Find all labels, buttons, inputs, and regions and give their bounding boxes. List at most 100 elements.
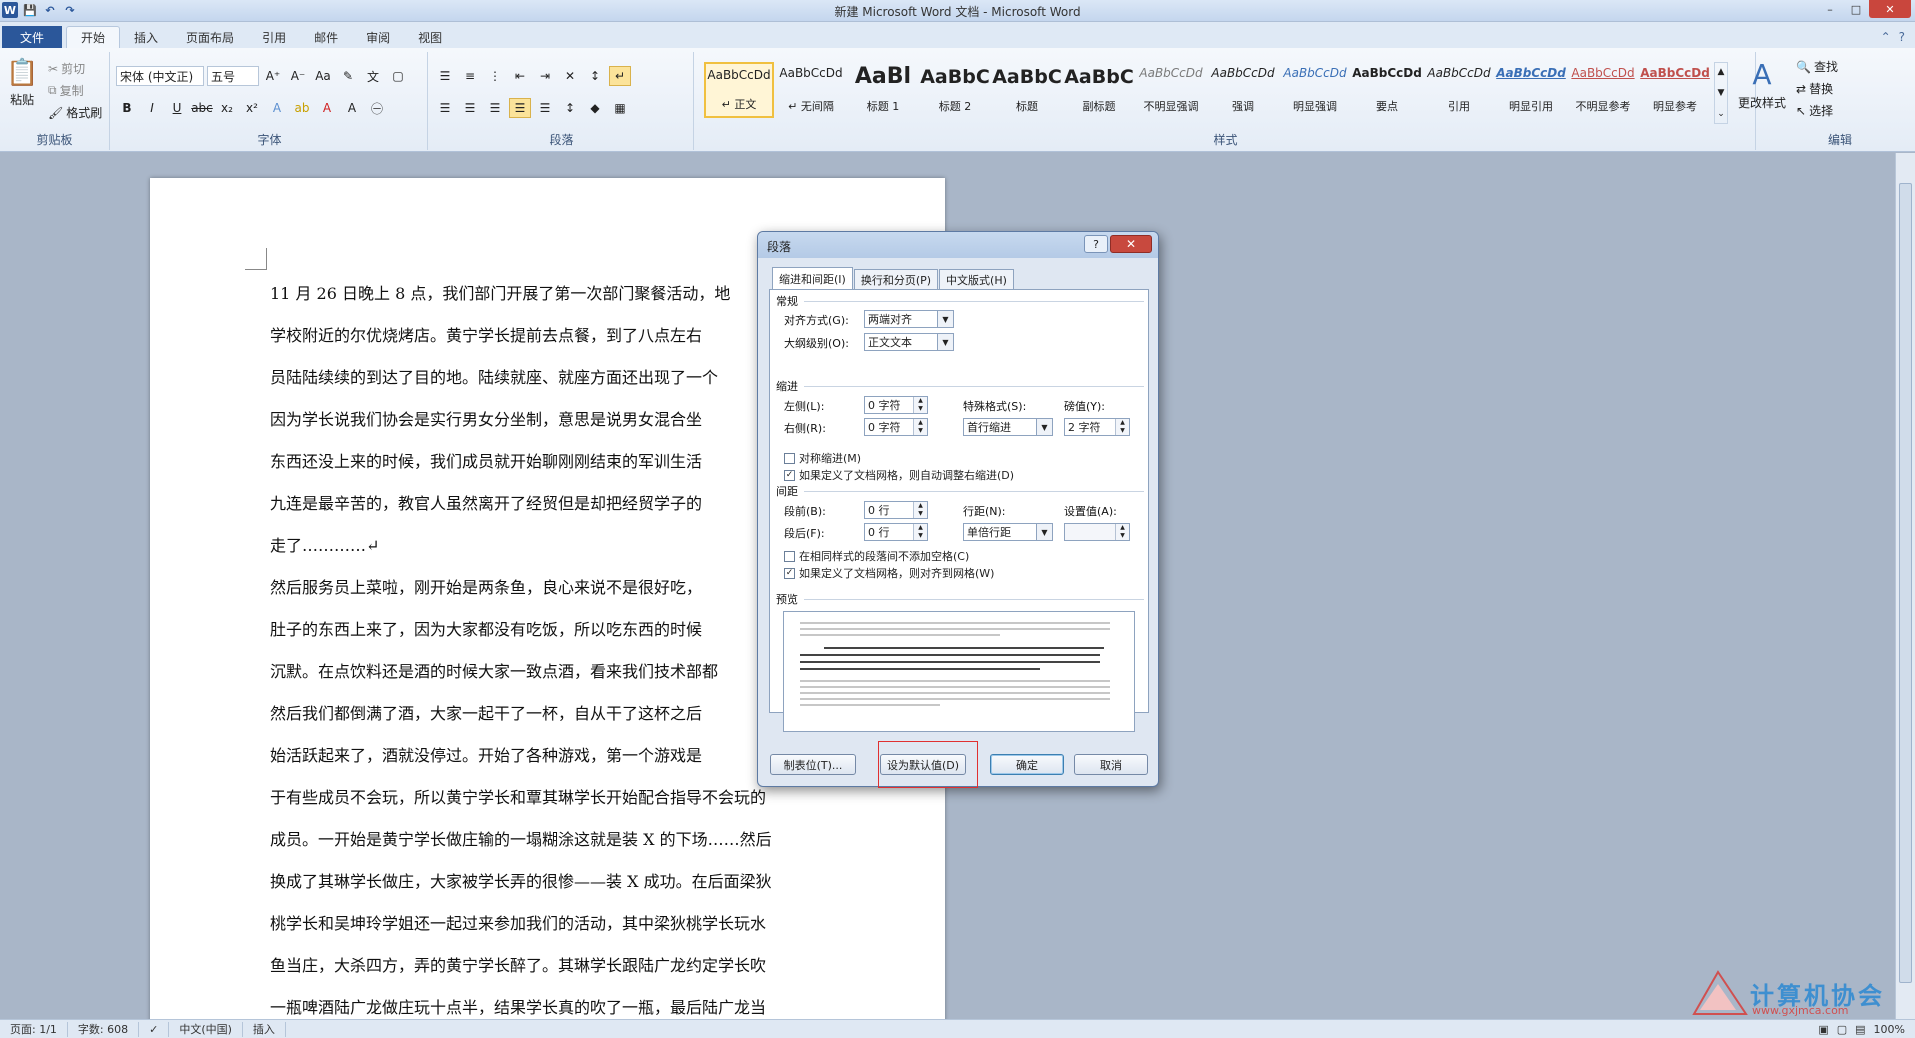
italic-icon[interactable]: I [141,98,163,118]
superscript-icon[interactable]: x² [241,98,263,118]
align-right-icon[interactable]: ☰ [484,98,506,118]
indent-by-input[interactable]: 2 字符 ▲ ▼ [1064,418,1130,436]
checkbox-box[interactable] [784,550,795,562]
cancel-button[interactable]: 取消 [1074,754,1148,775]
select-button[interactable]: ↖ 选择 [1796,102,1833,119]
tab-line-page-breaks[interactable]: 换行和分页(P) [853,269,939,289]
font-size-select[interactable]: 五号 [207,66,259,86]
highlight-icon[interactable]: ab [291,98,313,118]
tab-references[interactable]: 引用 [248,26,300,48]
dialog-title-bar[interactable]: 段落 ? ✕ [758,232,1158,258]
bullets-icon[interactable]: ☰ [434,66,456,86]
align-left-icon[interactable]: ☰ [434,98,456,118]
spinner-icon[interactable]: ▲ ▼ [913,502,927,518]
tab-review[interactable]: 审阅 [352,26,404,48]
help-icon[interactable]: ? [1899,30,1905,44]
change-case-icon[interactable]: Aa [312,66,334,86]
minimize-ribbon-icon[interactable]: ⌃ [1881,30,1891,44]
multilevel-list-icon[interactable]: ⋮ [484,66,506,86]
style-heading-2[interactable]: AaBbC 标题 2 [920,62,990,118]
tab-mailings[interactable]: 邮件 [300,26,352,48]
spinner-icon[interactable]: ▲ ▼ [913,419,927,435]
alignment-select[interactable]: 两端对齐 ▼ [864,310,954,328]
style-normal[interactable]: AaBbCcDd ↵ 正文 [704,62,774,118]
underline-icon[interactable]: U [166,98,188,118]
style-subtitle[interactable]: AaBbC 副标题 [1064,62,1134,118]
justify-icon[interactable]: ☰ [509,98,531,118]
scrollbar-thumb[interactable] [1899,183,1912,983]
dialog-help-button[interactable]: ? [1084,235,1108,253]
borders-icon[interactable]: ▦ [609,98,631,118]
distributed-icon[interactable]: ☰ [534,98,556,118]
word-count[interactable]: 字数: 608 [68,1021,140,1037]
scroll-down-icon[interactable]: ▼ [1718,84,1725,102]
cut-button[interactable]: ✂ 剪切 [48,60,85,77]
bold-icon[interactable]: B [116,98,138,118]
char-border-icon[interactable]: ▢ [387,66,409,86]
align-center-icon[interactable]: ☰ [459,98,481,118]
style-intense-emphasis[interactable]: AaBbCcDd 明显强调 [1280,62,1350,118]
spinner-icon[interactable]: ▲ ▼ [1115,524,1129,540]
page-count[interactable]: 页面: 1/1 [0,1021,68,1037]
chevron-down-icon[interactable]: ▼ [937,311,953,327]
no-space-same-style-checkbox[interactable]: 在相同样式的段落间不添加空格(C) [784,548,969,564]
document-body[interactable]: 11 月 26 日晚上 8 点，我们部门开展了第一次部门聚餐活动，地 学校附近的… [270,273,825,1029]
checkbox-box[interactable] [784,452,795,464]
line-spacing-icon[interactable]: ↕ [559,98,581,118]
grow-font-icon[interactable]: A⁺ [262,66,284,86]
minimize-button[interactable]: – [1817,0,1843,18]
mirror-indents-checkbox[interactable]: 对称缩进(M) [784,450,861,466]
find-button[interactable]: 🔍 查找 [1796,58,1838,75]
space-before-input[interactable]: 0 行 ▲ ▼ [864,501,928,519]
style-quote[interactable]: AaBbCcDd 引用 [1424,62,1494,118]
left-indent-input[interactable]: 0 字符 ▲ ▼ [864,396,928,414]
style-heading-1[interactable]: AaBl 标题 1 [848,62,918,118]
spinner-icon[interactable]: ▲ ▼ [913,397,927,413]
ok-button[interactable]: 确定 [990,754,1064,775]
close-window-button[interactable]: ✕ [1869,0,1911,18]
right-indent-input[interactable]: 0 字符 ▲ ▼ [864,418,928,436]
style-subtle-reference[interactable]: AaBbCcDd 不明显参考 [1568,62,1638,118]
numbering-icon[interactable]: ≡ [459,66,481,86]
spinner-icon[interactable]: ▲ ▼ [913,524,927,540]
language[interactable]: 中文(中国) [169,1021,243,1037]
char-shading-icon[interactable]: A [341,98,363,118]
styles-gallery-scroll[interactable]: ▲ ▼ ⌄ [1714,62,1728,124]
line-spacing-select[interactable]: 单倍行距 ▼ [963,523,1053,541]
tab-asian-typography[interactable]: 中文版式(H) [939,269,1014,289]
style-strong[interactable]: AaBbCcDd 要点 [1352,62,1422,118]
snap-to-grid-checkbox[interactable]: ✓ 如果定义了文档网格，则对齐到网格(W) [784,565,994,581]
change-styles-button[interactable]: A 更改样式 [1732,58,1792,111]
enclose-char-icon[interactable]: ㊀ [366,98,388,118]
subscript-icon[interactable]: x₂ [216,98,238,118]
more-icon[interactable]: ⌄ [1717,105,1725,123]
chinese-layout-icon[interactable]: ✕ [559,66,581,86]
maximize-button[interactable]: □ [1843,0,1869,18]
tab-insert[interactable]: 插入 [120,26,172,48]
show-marks-icon[interactable]: ↵ [609,66,631,86]
space-after-input[interactable]: 0 行 ▲ ▼ [864,523,928,541]
font-color-icon[interactable]: A [316,98,338,118]
dialog-close-button[interactable]: ✕ [1110,235,1152,253]
web-layout-icon[interactable]: ▤ [1855,1023,1865,1036]
proofing-icon[interactable]: ✓ [139,1021,170,1037]
increase-indent-icon[interactable]: ⇥ [534,66,556,86]
copy-button[interactable]: ⧉ 复制 [48,82,84,99]
shading-icon[interactable]: ◆ [584,98,606,118]
font-family-select[interactable]: 宋体 (中文正) [116,66,204,86]
checkbox-checked[interactable]: ✓ [784,567,795,579]
tab-page-layout[interactable]: 页面布局 [172,26,248,48]
tab-home[interactable]: 开始 [66,26,121,48]
insert-mode[interactable]: 插入 [243,1021,286,1037]
style-no-spacing[interactable]: AaBbCcDd ↵ 无间隔 [776,62,846,118]
auto-adjust-indent-checkbox[interactable]: ✓ 如果定义了文档网格，则自动调整右缩进(D) [784,467,1014,483]
chevron-down-icon[interactable]: ▼ [1036,524,1052,540]
text-effects-icon[interactable]: A [266,98,288,118]
tab-file[interactable]: 文件 [2,26,63,48]
sort-icon[interactable]: ↕ [584,66,606,86]
checkbox-checked[interactable]: ✓ [784,469,795,481]
scroll-up-icon[interactable]: ▲ [1718,63,1725,81]
full-screen-icon[interactable]: ▢ [1837,1023,1847,1036]
chevron-down-icon[interactable]: ▼ [937,334,953,350]
clear-format-icon[interactable]: ✎ [337,66,359,86]
